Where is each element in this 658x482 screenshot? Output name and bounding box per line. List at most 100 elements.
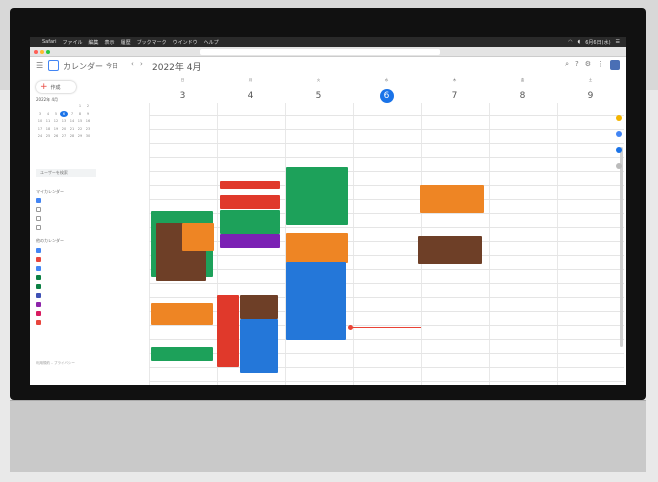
mini-calendar-day[interactable]: [60, 103, 68, 109]
mini-calendar-day[interactable]: 28: [68, 133, 76, 139]
wifi-icon[interactable]: ◠: [568, 39, 572, 46]
calendar-list-item[interactable]: [36, 274, 43, 280]
calendar-event[interactable]: [217, 295, 239, 367]
day-column-header[interactable]: 月4: [217, 75, 284, 103]
mini-calendar-day[interactable]: 13: [60, 118, 68, 124]
checkbox-checked[interactable]: [36, 274, 41, 280]
day-number[interactable]: 6: [379, 89, 394, 103]
calendar-event[interactable]: [420, 185, 484, 213]
mini-calendar-day[interactable]: 14: [68, 118, 76, 124]
mini-calendar-day[interactable]: 20: [60, 126, 68, 132]
mini-calendar-day[interactable]: 9: [84, 111, 92, 117]
calendar-list-item[interactable]: [36, 292, 43, 298]
calendar-list-item[interactable]: [36, 206, 43, 212]
calendar-event[interactable]: [151, 303, 213, 325]
calendar-event[interactable]: [286, 262, 346, 340]
menubar-item[interactable]: ファイル: [63, 39, 83, 46]
mini-calendar-day[interactable]: 17: [36, 126, 44, 132]
main-menu-icon[interactable]: ☰: [36, 61, 43, 70]
calendar-event[interactable]: [220, 195, 280, 209]
mini-calendar-day[interactable]: 11: [44, 118, 52, 124]
checkbox-unchecked[interactable]: [36, 206, 41, 212]
day-number[interactable]: 5: [312, 89, 326, 103]
checkbox-checked[interactable]: [36, 197, 41, 203]
volume-icon[interactable]: ◖: [578, 39, 581, 46]
checkbox-checked[interactable]: [36, 319, 41, 325]
checkbox-checked[interactable]: [36, 265, 41, 271]
mini-calendar-day[interactable]: 8: [76, 111, 84, 117]
calendar-event[interactable]: [418, 236, 482, 264]
menubar-clock[interactable]: 6月6日(水): [585, 39, 610, 46]
calendar-event[interactable]: [240, 319, 278, 373]
avatar[interactable]: [610, 60, 620, 70]
create-button[interactable]: + 作成: [36, 81, 76, 93]
checkbox-checked[interactable]: [36, 247, 41, 253]
mini-calendar-day[interactable]: 19: [52, 126, 60, 132]
checkbox-unchecked[interactable]: [36, 215, 41, 221]
day-column-header[interactable]: 水6: [353, 75, 420, 103]
checkbox-checked[interactable]: [36, 301, 41, 307]
checkbox-checked[interactable]: [36, 310, 41, 316]
gear-icon[interactable]: ⚙: [585, 60, 591, 70]
mini-calendar-day[interactable]: 15: [76, 118, 84, 124]
keep-icon[interactable]: [616, 115, 622, 121]
calendar-event[interactable]: [220, 181, 280, 189]
mini-calendar-day[interactable]: 10: [36, 118, 44, 124]
chevron-right-icon[interactable]: ›: [140, 60, 143, 68]
calendar-list-item[interactable]: [36, 197, 43, 203]
mini-calendar-day[interactable]: 25: [44, 133, 52, 139]
calendar-event[interactable]: [220, 234, 280, 248]
calendar-event[interactable]: [286, 233, 348, 263]
day-number[interactable]: 7: [448, 89, 462, 103]
day-number[interactable]: 8: [516, 89, 530, 103]
calendar-list-item[interactable]: [36, 319, 43, 325]
tasks-icon[interactable]: [616, 131, 622, 137]
mini-calendar-day[interactable]: 21: [68, 126, 76, 132]
day-column-header[interactable]: 日3: [149, 75, 216, 103]
day-column-header[interactable]: 土9: [557, 75, 624, 103]
mini-calendar-day[interactable]: 18: [44, 126, 52, 132]
minimize-window-button[interactable]: [40, 50, 44, 54]
calendar-list-item[interactable]: [36, 283, 43, 289]
mini-calendar-day[interactable]: [68, 103, 76, 109]
today-button[interactable]: 今日: [106, 61, 118, 70]
day-number[interactable]: 3: [176, 89, 190, 103]
my-calendars-heading[interactable]: マイカレンダー: [36, 189, 64, 195]
contacts-icon[interactable]: [616, 147, 622, 153]
day-number[interactable]: 9: [584, 89, 598, 103]
menubar-app-name[interactable]: Safari: [42, 39, 57, 45]
mini-calendar-day[interactable]: 16: [84, 118, 92, 124]
other-calendars-heading[interactable]: 他のカレンダー: [36, 238, 64, 244]
address-bar[interactable]: [200, 49, 440, 55]
menubar-item[interactable]: ヘルプ: [204, 39, 219, 46]
mini-calendar-day[interactable]: 24: [36, 133, 44, 139]
mini-calendar-day[interactable]: [52, 103, 60, 109]
help-icon[interactable]: ?: [575, 60, 579, 70]
search-icon[interactable]: ⌕: [565, 60, 569, 70]
apps-grid-icon[interactable]: ⋮: [597, 60, 604, 70]
checkbox-checked[interactable]: [36, 256, 41, 262]
mini-calendar-day[interactable]: 3: [36, 111, 44, 117]
mini-calendar-day[interactable]: 23: [84, 126, 92, 132]
mini-calendar-day[interactable]: 30: [84, 133, 92, 139]
mini-calendar-day[interactable]: [44, 103, 52, 109]
mini-calendar-day[interactable]: 5: [52, 111, 60, 117]
day-column-header[interactable]: 火5: [285, 75, 352, 103]
mini-calendar-day[interactable]: 4: [44, 111, 52, 117]
search-people-input[interactable]: ユーザーを検索: [36, 169, 96, 177]
checkbox-checked[interactable]: [36, 283, 41, 289]
checkbox-checked[interactable]: [36, 292, 41, 298]
calendar-event[interactable]: [286, 167, 348, 225]
mini-calendar-day[interactable]: 1: [76, 103, 84, 109]
menubar-item[interactable]: ウインドウ: [173, 39, 198, 46]
mini-calendar-day[interactable]: 22: [76, 126, 84, 132]
day-number[interactable]: 4: [244, 89, 258, 103]
calendar-event[interactable]: [182, 223, 214, 251]
calendar-list-item[interactable]: [36, 224, 43, 230]
mini-calendar-day[interactable]: 26: [52, 133, 60, 139]
calendar-list-item[interactable]: [36, 256, 43, 262]
mini-calendar-day[interactable]: 29: [76, 133, 84, 139]
menubar-item[interactable]: ブックマーク: [137, 39, 167, 46]
mini-calendar-day[interactable]: 12: [52, 118, 60, 124]
calendar-list-item[interactable]: [36, 247, 43, 253]
